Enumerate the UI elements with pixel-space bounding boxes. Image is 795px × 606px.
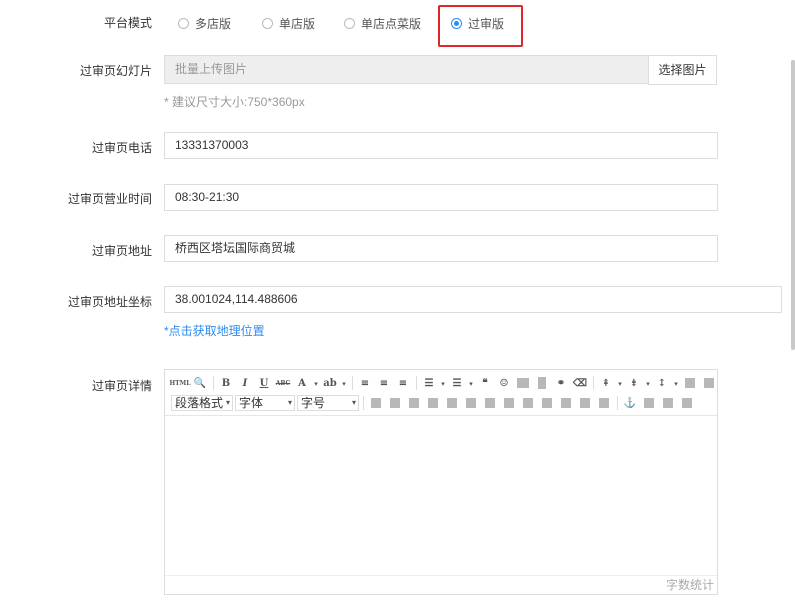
- radio-circle[interactable]: [262, 18, 273, 29]
- split-rows-icon[interactable]: [577, 395, 593, 411]
- radio-label: 单店点菜版: [361, 17, 422, 31]
- toolbar-separator: [363, 396, 364, 410]
- print-icon[interactable]: [701, 375, 717, 391]
- editor-toolbar: HTML 🔍 B I U ABC A ▾ ab ▾ ≡ ≡ ≡ ☰ ▾ ☰ ▾ …: [165, 370, 717, 416]
- fullscreen-icon[interactable]: [682, 375, 698, 391]
- hours-input[interactable]: 08:30-21:30: [164, 184, 718, 211]
- phone-label: 过审页电话: [91, 141, 152, 155]
- font-color-button[interactable]: A: [294, 375, 310, 391]
- coords-input[interactable]: 38.001024,114.488606: [164, 286, 782, 313]
- insert-col-icon[interactable]: [463, 395, 479, 411]
- align-left-icon[interactable]: ≡: [357, 375, 373, 391]
- merge-right-icon[interactable]: [520, 395, 536, 411]
- phone-input[interactable]: 13331370003: [164, 132, 718, 159]
- underline-button[interactable]: U: [256, 375, 272, 391]
- dropdown-arrow-icon[interactable]: ▾: [468, 375, 474, 391]
- radio-label: 单店版: [279, 17, 316, 31]
- unordered-list-icon[interactable]: ☰: [449, 375, 465, 391]
- paragraph-format-select[interactable]: 段落格式 ▾: [171, 395, 233, 411]
- dropdown-arrow-icon[interactable]: ▾: [313, 375, 319, 391]
- font-size-select[interactable]: 字号 ▾: [297, 395, 359, 411]
- dropdown-arrow-icon[interactable]: ▾: [440, 375, 446, 391]
- align-right-icon[interactable]: ≡: [395, 375, 411, 391]
- dropdown-arrow-icon[interactable]: ▾: [341, 375, 347, 391]
- insert-table-icon[interactable]: [368, 395, 384, 411]
- platform-mode-label: 平台模式: [103, 16, 152, 30]
- toolbar-separator: [213, 376, 214, 390]
- slideshow-label: 过审页幻灯片: [79, 64, 152, 78]
- merge-cells-icon[interactable]: [501, 395, 517, 411]
- select-image-button[interactable]: 选择图片: [648, 55, 717, 85]
- blockquote-icon[interactable]: ❝: [477, 375, 493, 391]
- ordered-list-icon[interactable]: ☰: [421, 375, 437, 391]
- align-center-icon[interactable]: ≡: [376, 375, 392, 391]
- merge-down-icon[interactable]: [539, 395, 555, 411]
- toolbar-row-1: HTML 🔍 B I U ABC A ▾ ab ▾ ≡ ≡ ≡ ☰ ▾ ☰ ▾ …: [170, 375, 720, 391]
- slideshow-upload-input[interactable]: 批量上传图片: [164, 55, 649, 84]
- eraser-icon[interactable]: ⌫: [572, 375, 588, 391]
- delete-table-icon[interactable]: [387, 395, 403, 411]
- dropdown-arrow-icon[interactable]: ▾: [617, 375, 623, 391]
- split-cells-icon[interactable]: [558, 395, 574, 411]
- insert-row-icon[interactable]: [425, 395, 441, 411]
- coords-label: 过审页地址坐标: [67, 295, 152, 309]
- anchor-icon[interactable]: ⚓: [622, 395, 638, 411]
- bold-button[interactable]: B: [218, 375, 234, 391]
- toolbar-separator: [617, 396, 618, 410]
- toolbar-row-2: 段落格式 ▾ 字体 ▾ 字号 ▾ ⚓: [171, 395, 698, 411]
- dropdown-arrow-icon: ▾: [225, 398, 230, 407]
- radio-circle[interactable]: [344, 18, 355, 29]
- radio-circle[interactable]: [178, 18, 189, 29]
- font-family-select[interactable]: 字体 ▾: [235, 395, 295, 411]
- dropdown-arrow-icon: ▾: [351, 398, 356, 407]
- delete-row-icon[interactable]: [444, 395, 460, 411]
- print-icon[interactable]: [660, 395, 676, 411]
- line-height-icon[interactable]: ↕: [654, 375, 670, 391]
- page-break-icon[interactable]: [641, 395, 657, 411]
- paragraph-format-label: 段落格式: [175, 396, 224, 410]
- preview-icon[interactable]: 🔍: [192, 375, 208, 391]
- word-count: 字数统计: [165, 575, 717, 594]
- split-cols-icon[interactable]: [596, 395, 612, 411]
- radio-single-store-menu[interactable]: 单店点菜版: [344, 15, 421, 32]
- rich-text-editor[interactable]: HTML 🔍 B I U ABC A ▾ ab ▾ ≡ ≡ ≡ ☰ ▾ ☰ ▾ …: [164, 369, 718, 595]
- insert-paragraph-before-table-icon[interactable]: [406, 395, 422, 411]
- emoji-icon[interactable]: ☺: [496, 375, 512, 391]
- row-spacing-top-icon[interactable]: ⇞: [598, 375, 614, 391]
- strikethrough-button[interactable]: ABC: [275, 375, 291, 391]
- radio-multi-store[interactable]: 多店版: [178, 15, 231, 32]
- italic-button[interactable]: I: [237, 375, 253, 391]
- details-label: 过审页详情: [91, 379, 152, 393]
- get-location-link[interactable]: *点击获取地理位置: [164, 322, 265, 339]
- hours-label: 过审页营业时间: [67, 192, 152, 206]
- toolbar-separator: [593, 376, 594, 390]
- address-input[interactable]: 桥西区塔坛国际商贸城: [164, 235, 718, 262]
- page-scrollbar[interactable]: [789, 0, 795, 606]
- radio-label: 多店版: [195, 17, 232, 31]
- toolbar-separator: [416, 376, 417, 390]
- toolbar-separator: [352, 376, 353, 390]
- address-label: 过审页地址: [91, 244, 152, 258]
- radio-single-store[interactable]: 单店版: [262, 15, 315, 32]
- delete-col-icon[interactable]: [482, 395, 498, 411]
- row-spacing-bottom-icon[interactable]: ⇟: [626, 375, 642, 391]
- dropdown-arrow-icon[interactable]: ▾: [673, 375, 679, 391]
- highlight-color-icon[interactable]: ab: [322, 375, 338, 391]
- slideshow-size-hint: * 建议尺寸大小:750*360px: [164, 95, 305, 109]
- link-icon[interactable]: ⚭: [553, 375, 569, 391]
- font-size-label: 字号: [301, 396, 326, 410]
- html-source-button[interactable]: HTML: [170, 375, 191, 391]
- font-family-label: 字体: [239, 396, 264, 410]
- video-icon[interactable]: [534, 375, 550, 391]
- image-icon[interactable]: [515, 375, 531, 391]
- highlight-box: [438, 5, 523, 47]
- dropdown-arrow-icon: ▾: [287, 398, 292, 407]
- dropdown-arrow-icon[interactable]: ▾: [645, 375, 651, 391]
- page-scrollbar-thumb[interactable]: [791, 60, 795, 350]
- template-icon[interactable]: [679, 395, 695, 411]
